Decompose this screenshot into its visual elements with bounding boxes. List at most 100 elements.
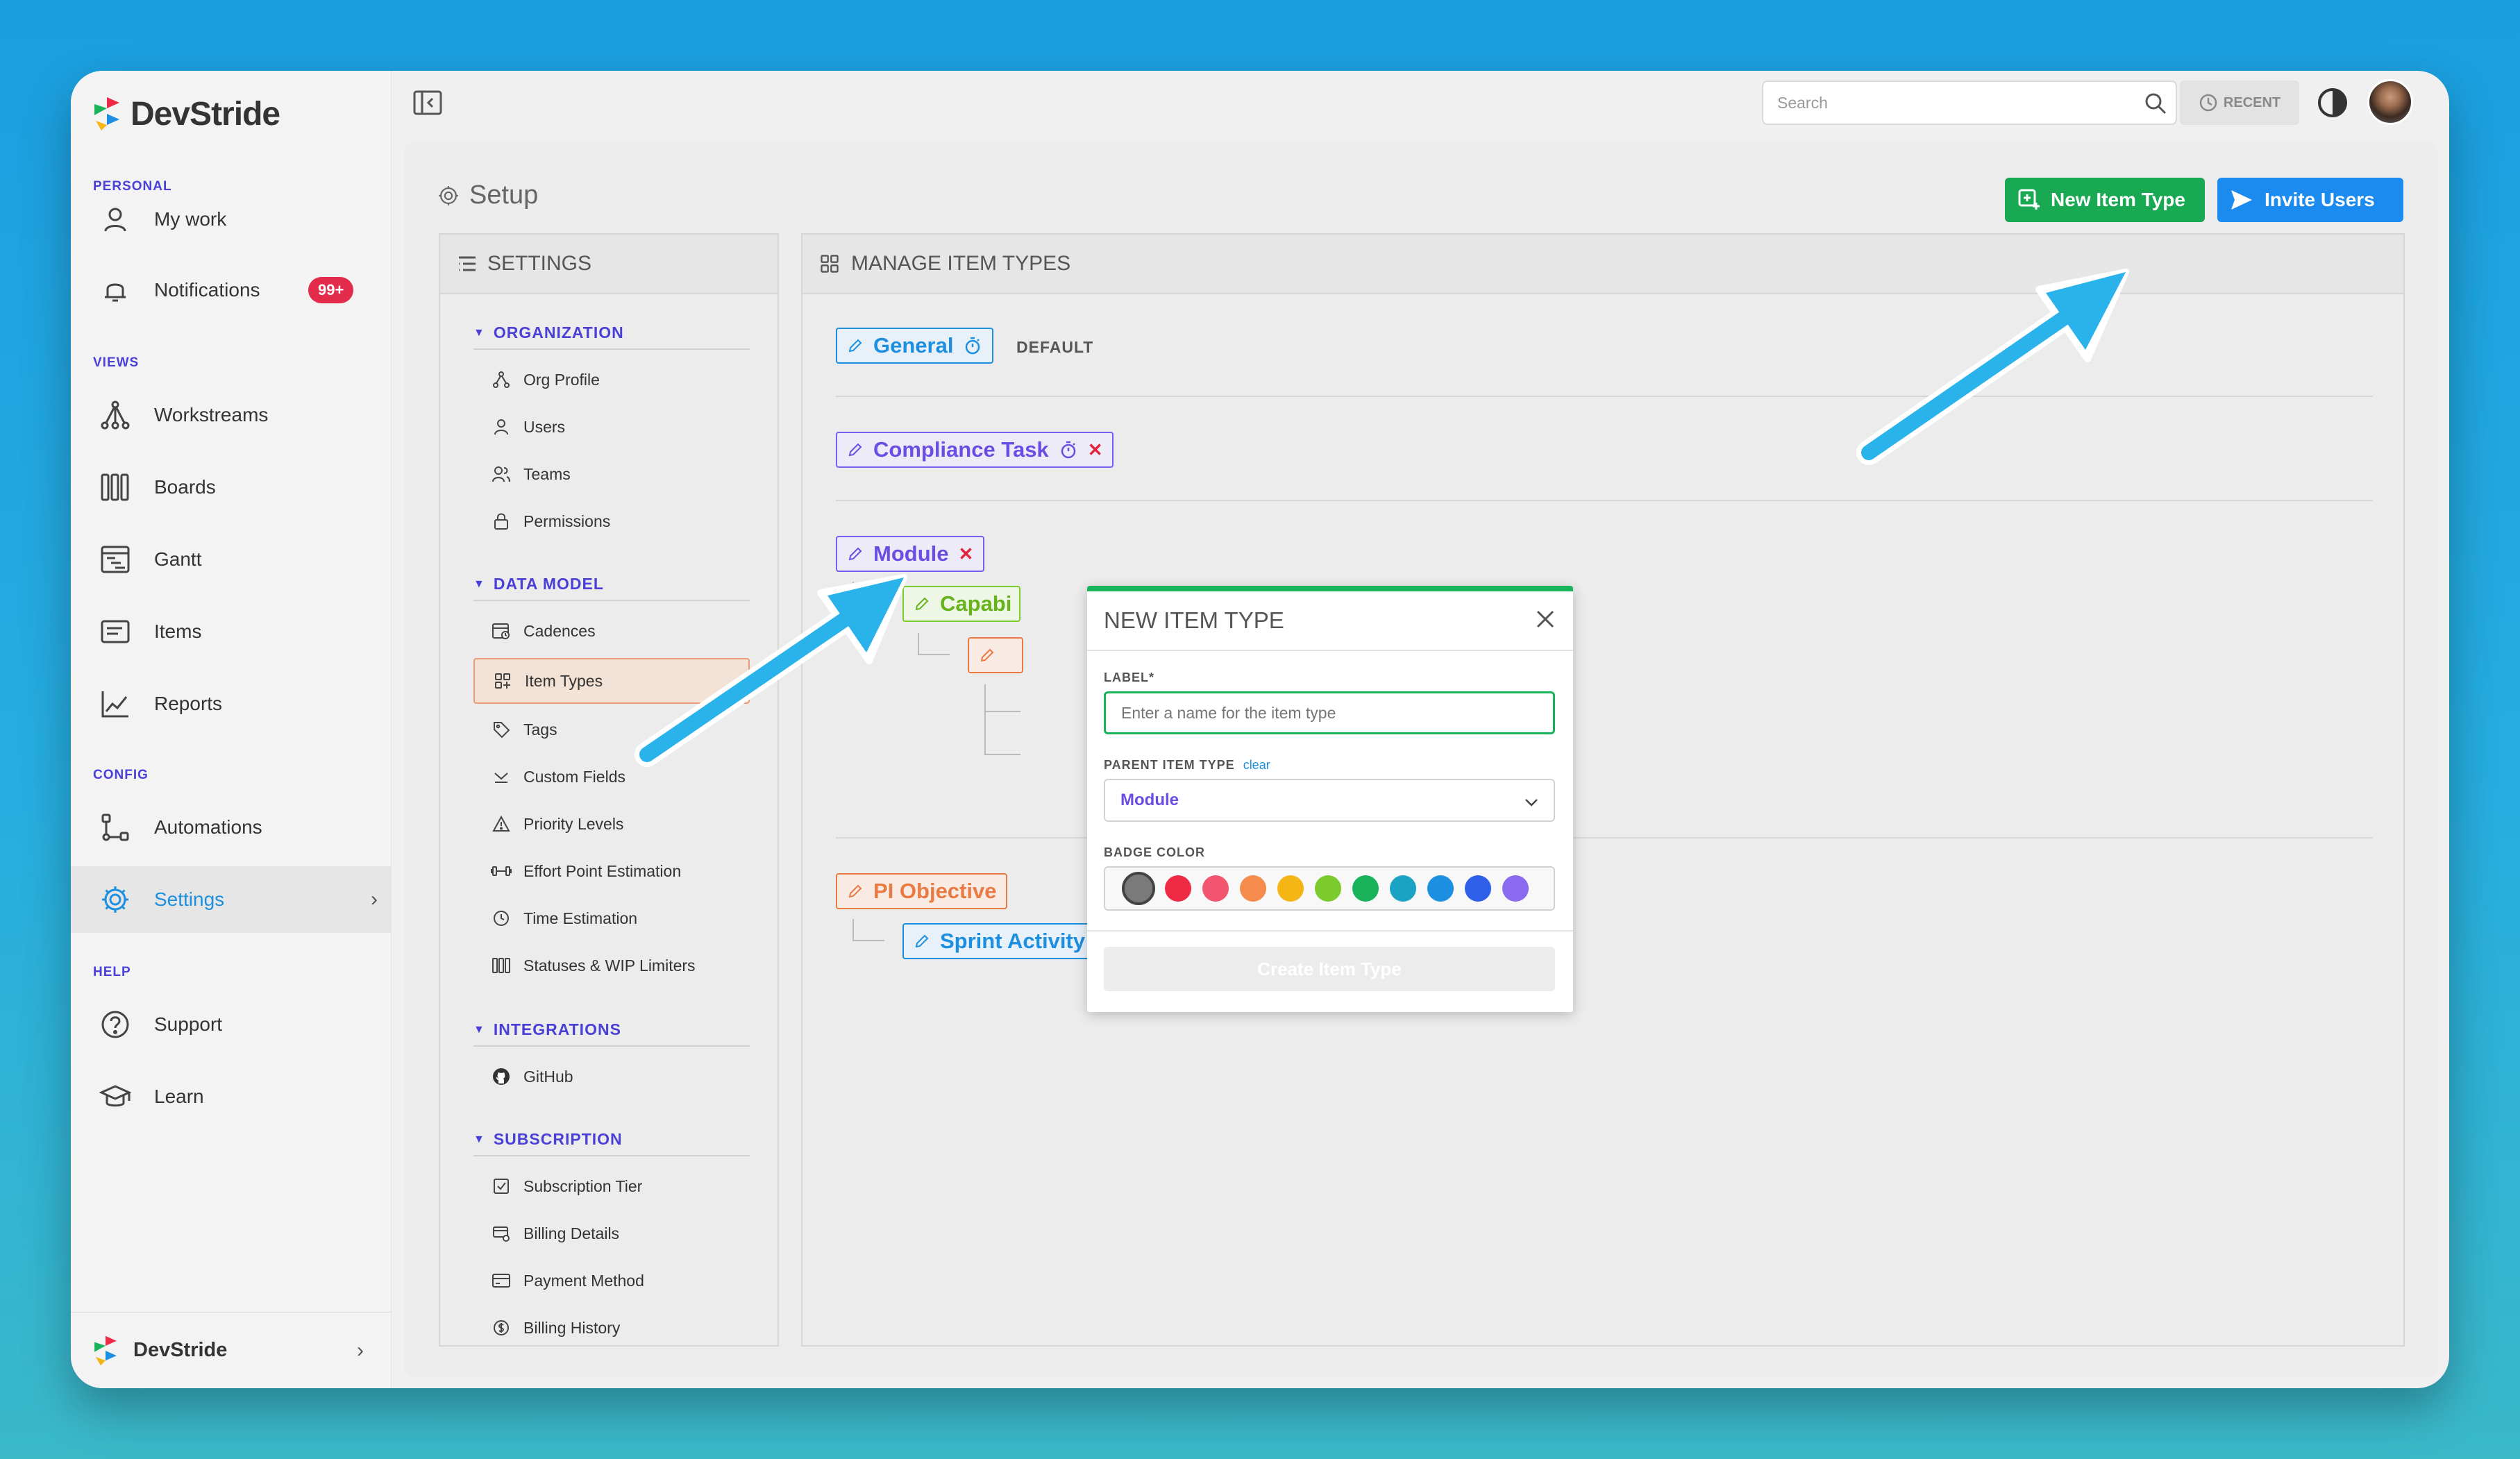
- collapse-sidebar-icon[interactable]: [412, 89, 443, 117]
- settings-item-label: GitHub: [523, 1067, 573, 1086]
- color-swatch[interactable]: [1202, 875, 1229, 902]
- group-subscription[interactable]: ▼ SUBSCRIPTION: [473, 1130, 623, 1149]
- timer-icon: [1059, 440, 1078, 459]
- manage-panel-header: MANAGE ITEM TYPES: [803, 235, 2403, 294]
- item-type-compliance-task[interactable]: Compliance Task ✕: [836, 432, 1114, 468]
- devstride-logo-icon: [94, 97, 119, 130]
- pencil-icon[interactable]: [847, 441, 864, 458]
- sidebar-item-automations[interactable]: Automations: [71, 794, 392, 861]
- gantt-icon: [97, 541, 133, 577]
- caret-down-icon: ▼: [473, 577, 485, 590]
- color-swatch[interactable]: [1165, 875, 1191, 902]
- section-views: VIEWS: [93, 355, 140, 370]
- list-icon: [459, 256, 476, 271]
- sidebar-item-support[interactable]: Support: [71, 991, 392, 1058]
- credit-card-icon: [490, 1270, 512, 1292]
- recent-button[interactable]: RECENT: [2180, 81, 2299, 125]
- pencil-icon[interactable]: [914, 933, 930, 950]
- settings-item-label: Permissions: [523, 512, 611, 530]
- settings-item-label: Billing History: [523, 1318, 621, 1337]
- theme-toggle-icon[interactable]: [2315, 85, 2351, 121]
- caret-down-icon: ▼: [473, 1023, 485, 1036]
- dollar-history-icon: [490, 1317, 512, 1339]
- gear-icon: [439, 185, 458, 205]
- boards-icon: [97, 469, 133, 505]
- sidebar-item-reports[interactable]: Reports: [71, 671, 392, 737]
- settings-item-permissions[interactable]: Permissions: [473, 498, 750, 544]
- pencil-icon[interactable]: [847, 883, 864, 900]
- delete-icon[interactable]: ✕: [959, 543, 974, 565]
- settings-item-billing-history[interactable]: Billing History: [473, 1305, 750, 1351]
- item-type-pi-objective[interactable]: PI Objective: [836, 873, 1008, 909]
- tag-icon: [490, 718, 512, 741]
- item-type-capability[interactable]: Capabi: [902, 586, 1020, 622]
- color-swatch[interactable]: [1390, 875, 1416, 902]
- new-item-type-button[interactable]: New Item Type: [2005, 178, 2205, 222]
- item-type-label: Capabi: [940, 591, 1012, 616]
- settings-item-subscription-tier[interactable]: Subscription Tier: [473, 1163, 750, 1209]
- invite-users-button[interactable]: Invite Users: [2217, 178, 2403, 222]
- color-swatch[interactable]: [1465, 875, 1491, 902]
- settings-item-time-estimation[interactable]: Time Estimation: [473, 895, 750, 941]
- settings-item-label: Priority Levels: [523, 814, 624, 833]
- divider: [473, 1155, 750, 1156]
- group-data-model[interactable]: ▼ DATA MODEL: [473, 575, 604, 593]
- sidebar-item-notifications[interactable]: Notifications 99+: [71, 257, 392, 323]
- group-integrations[interactable]: ▼ INTEGRATIONS: [473, 1020, 621, 1039]
- parent-item-type-select[interactable]: Module: [1104, 779, 1555, 822]
- settings-item-label: Teams: [523, 464, 571, 483]
- sidebar-item-my-work[interactable]: My work: [71, 186, 392, 253]
- color-swatch[interactable]: [1277, 875, 1304, 902]
- settings-item-effort-point-estimation[interactable]: Effort Point Estimation: [473, 848, 750, 894]
- users-icon: [490, 463, 512, 485]
- sidebar-item-gantt[interactable]: Gantt: [71, 526, 392, 593]
- settings-item-org-profile[interactable]: Org Profile: [473, 357, 750, 403]
- page-title: Setup: [437, 180, 538, 210]
- color-swatch[interactable]: [1427, 875, 1454, 902]
- modal-header: NEW ITEM TYPE: [1087, 591, 1573, 651]
- pencil-icon[interactable]: [847, 337, 864, 354]
- delete-icon[interactable]: ✕: [1088, 439, 1103, 461]
- color-swatch[interactable]: [1240, 875, 1266, 902]
- sidebar-item-items[interactable]: Items: [71, 598, 392, 665]
- group-organization[interactable]: ▼ ORGANIZATION: [473, 323, 624, 342]
- pencil-icon[interactable]: [979, 647, 996, 664]
- clear-link[interactable]: clear: [1243, 758, 1270, 772]
- brand-name: DevStride: [131, 95, 280, 133]
- settings-item-teams[interactable]: Teams: [473, 451, 750, 497]
- close-icon[interactable]: [1534, 608, 1556, 630]
- lock-icon: [490, 510, 512, 532]
- sidebar-item-label: Workstreams: [154, 404, 269, 425]
- workspace-switcher[interactable]: DevStride ›: [71, 1312, 392, 1388]
- settings-item-billing-details[interactable]: Billing Details: [473, 1211, 750, 1256]
- create-item-type-button[interactable]: Create Item Type: [1104, 947, 1555, 991]
- sidebar-item-label: Learn: [154, 1086, 204, 1107]
- sidebar: DevStride PERSONAL My work Notifications…: [71, 71, 392, 1388]
- sidebar-item-workstreams[interactable]: Workstreams: [71, 382, 392, 448]
- search-input[interactable]: Search: [1762, 81, 2177, 125]
- settings-item-statuses-wip[interactable]: Statuses & WIP Limiters: [473, 943, 750, 988]
- color-swatch[interactable]: [1315, 875, 1341, 902]
- color-swatch[interactable]: [1352, 875, 1379, 902]
- search-placeholder: Search: [1777, 93, 1828, 112]
- settings-item-label: Custom Fields: [523, 767, 625, 786]
- modal-footer: Create Item Type: [1087, 930, 1573, 1012]
- settings-item-github[interactable]: GitHub: [473, 1054, 750, 1099]
- divider: [473, 1045, 750, 1047]
- avatar[interactable]: [2367, 79, 2413, 125]
- settings-item-users[interactable]: Users: [473, 404, 750, 450]
- brand[interactable]: DevStride: [92, 86, 280, 142]
- parent-item-type-value: Module: [1120, 791, 1179, 809]
- sidebar-item-settings[interactable]: Settings ›: [71, 866, 392, 933]
- settings-item-priority-levels[interactable]: Priority Levels: [473, 801, 750, 847]
- settings-item-label: Tags: [523, 720, 557, 739]
- color-swatch[interactable]: [1122, 872, 1155, 905]
- sidebar-item-boards[interactable]: Boards: [71, 454, 392, 521]
- sidebar-item-learn[interactable]: Learn: [71, 1063, 392, 1130]
- label-field-label: LABEL*: [1104, 671, 1154, 684]
- color-swatch[interactable]: [1502, 875, 1529, 902]
- settings-item-payment-method[interactable]: Payment Method: [473, 1258, 750, 1304]
- item-type-general[interactable]: General: [836, 328, 994, 364]
- label-input[interactable]: [1104, 691, 1555, 734]
- item-type-child[interactable]: [968, 637, 1023, 673]
